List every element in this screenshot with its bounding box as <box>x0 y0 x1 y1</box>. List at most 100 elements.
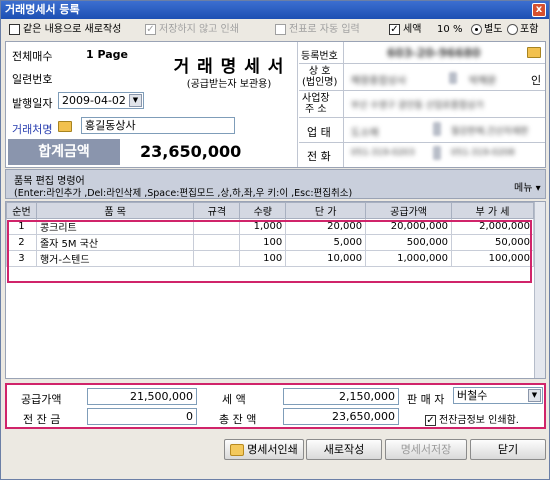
print-balance-label: 전잔금정보 인쇄함. <box>439 415 519 426</box>
close-label: 닫기 <box>497 443 519 456</box>
seller-select[interactable]: 버철수 ▼ <box>453 387 543 404</box>
table-header-row: 순번 품 목 규격 수량 단 가 공급가액 부 가 세 <box>6 202 534 219</box>
window-title: 거래명세서 등록 <box>5 3 80 16</box>
edit-help-bar: 품목 편집 명령어 (Enter:라인추가 ,Del:라인삭제 ,Space:편… <box>5 169 546 199</box>
total-sheets-label: 전체매수 <box>12 50 53 63</box>
representative-value: 박해운 <box>469 76 497 87</box>
auto-input-checkbox <box>275 23 286 35</box>
total-amount-label: 합계금액 <box>8 139 120 165</box>
seller-label: 판 매 자 <box>407 393 445 406</box>
issue-date-value: 2009-04-02 <box>62 94 126 107</box>
tax-rate-value: 10 <box>437 24 450 35</box>
seller-dropdown-icon[interactable]: ▼ <box>528 389 541 402</box>
same-content-option[interactable]: 같은 내용으로 새로작성 <box>9 21 121 39</box>
tax-total-field: 2,150,000 <box>283 388 399 405</box>
issue-date-label: 발행일자 <box>12 97 53 110</box>
tax-total-label: 세 액 <box>222 393 246 406</box>
total-amount-value: 23,650,000 <box>140 142 242 161</box>
printer-icon <box>230 444 245 456</box>
supply-total-label: 공급가액 <box>21 393 62 406</box>
business-type-label: 업 태 <box>307 126 331 139</box>
col-header-spec: 규격 <box>193 202 241 219</box>
entered-rows-highlight <box>7 220 532 283</box>
print-invoice-button[interactable]: 명세서인쇄 <box>224 439 304 460</box>
separate-label: 별도 <box>484 24 503 35</box>
client-label: 거래처명 <box>12 123 53 136</box>
company-name-value: 해왕종합상사 <box>351 76 407 87</box>
supply-total-value: 21,500,000 <box>130 390 193 403</box>
tax-total-value: 2,150,000 <box>339 390 395 403</box>
same-content-checkbox[interactable] <box>9 23 20 35</box>
item-marker <box>433 122 441 136</box>
print-invoice-label: 명세서인쇄 <box>247 443 298 456</box>
totals-panel: 공급가액 21,500,000 세 액 2,150,000 판 매 자 버철수 … <box>5 383 546 429</box>
no-save-print-label: 저장하지 않고 인쇄 <box>159 24 239 35</box>
title-bar: 거래명세서 등록 x <box>1 1 549 19</box>
reg-no-value: 603-20-96680 <box>387 46 481 60</box>
no-save-print-option: ✓ 저장하지 않고 인쇄 <box>145 21 239 39</box>
grand-total-field: 23,650,000 <box>283 408 399 425</box>
option-bar: 같은 내용으로 새로작성 ✓ 저장하지 않고 인쇄 전표로 자동 입력 ✓ 세액 1… <box>5 21 545 39</box>
issue-date-input[interactable]: 2009-04-02 ▼ <box>58 92 144 109</box>
reg-no-label: 등록번호 <box>301 51 338 62</box>
supplier-section: 등록번호 603-20-96680 상 호 (법인명) 해왕종합상사 박해운 인… <box>299 42 545 167</box>
same-content-label: 같은 내용으로 새로작성 <box>23 24 122 35</box>
prev-balance-value: 0 <box>186 410 193 423</box>
col-header-unit-price: 단 가 <box>285 202 367 219</box>
col-header-item: 품 목 <box>35 202 195 219</box>
included-radio[interactable] <box>507 23 518 35</box>
grand-total-label: 총 잔 액 <box>219 413 257 426</box>
date-dropdown-icon[interactable]: ▼ <box>129 94 142 107</box>
fax-value: 051-319-0208 <box>451 148 515 158</box>
client-name-input[interactable]: 홍길동상사 <box>81 117 235 134</box>
business-type-value: 도소매 <box>351 128 379 139</box>
edit-help-commands: (Enter:라인추가 ,Del:라인삭제 ,Space:편집모드 ,상,하,좌… <box>14 188 353 199</box>
col-header-qty: 수량 <box>239 202 287 219</box>
client-name-value: 홍길동상사 <box>85 119 136 132</box>
table-scrollbar[interactable] <box>534 202 545 378</box>
separate-radio[interactable] <box>471 23 482 35</box>
col-header-supply: 공급가액 <box>365 202 453 219</box>
client-search-icon[interactable] <box>58 121 72 132</box>
doc-title: 거 래 명 세 서 <box>173 57 285 77</box>
phone-label: 전 화 <box>307 150 331 163</box>
tax-checkbox[interactable]: ✓ <box>389 23 400 35</box>
col-header-no: 순번 <box>6 202 37 219</box>
col-header-vat: 부 가 세 <box>451 202 534 219</box>
rep-marker <box>449 72 457 84</box>
seal-label: 인 <box>531 74 542 87</box>
close-window-button[interactable]: x <box>532 3 546 17</box>
business-item-value: 철강판매,건산자재판 <box>451 127 529 137</box>
seller-value: 버철수 <box>457 389 488 402</box>
fax-marker <box>433 146 441 160</box>
included-option[interactable]: 포함 <box>507 21 538 39</box>
tax-rate-percent: % <box>453 24 463 35</box>
total-sheets-value: 1 Page <box>86 48 129 61</box>
serial-label: 일련번호 <box>12 73 53 86</box>
supply-total-field: 21,500,000 <box>87 388 197 405</box>
tax-label: 세액 <box>403 24 422 35</box>
address-label: 사업장 주 소 <box>302 93 330 115</box>
menu-button[interactable]: 메뉴 ▾ <box>514 179 541 194</box>
no-save-print-checkbox: ✓ <box>145 23 156 35</box>
save-invoice-label: 명세서저장 <box>400 443 452 456</box>
auto-input-option: 전표로 자동 입력 <box>275 21 360 39</box>
new-invoice-label: 새로작성 <box>323 443 365 456</box>
included-label: 포함 <box>520 24 539 35</box>
save-invoice-button[interactable]: 명세서저장 <box>385 439 467 460</box>
company-name-label: 상 호 (법인명) <box>302 66 338 88</box>
tax-option[interactable]: ✓ 세액 <box>389 21 421 39</box>
new-invoice-button[interactable]: 새로작성 <box>306 439 382 460</box>
prev-balance-field: 0 <box>87 408 197 425</box>
phone-value: 051-319-0203 <box>351 148 415 158</box>
print-balance-checkbox[interactable]: ✓ <box>425 414 436 426</box>
invoice-window: 거래명세서 등록 x 같은 내용으로 새로작성 ✓ 저장하지 않고 인쇄 전표로 … <box>0 0 550 480</box>
separate-option[interactable]: 별도 <box>471 21 502 39</box>
close-button[interactable]: 닫기 <box>470 439 546 460</box>
grand-total-value: 23,650,000 <box>332 410 395 423</box>
print-balance-option[interactable]: ✓ 전잔금정보 인쇄함. <box>425 411 519 426</box>
supplier-search-icon[interactable] <box>527 47 541 58</box>
auto-input-label: 전표로 자동 입력 <box>289 24 360 35</box>
item-table-area: 순번 품 목 규격 수량 단 가 공급가액 부 가 세 1 콩크리트 1,000… <box>5 201 546 379</box>
doc-subtitle: (공급받는자 보관용) <box>186 79 272 90</box>
